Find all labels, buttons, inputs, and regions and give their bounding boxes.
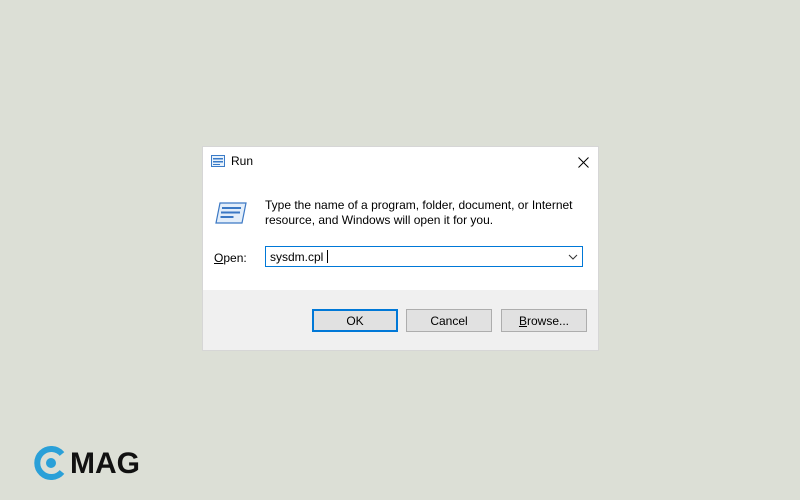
ok-button[interactable]: OK xyxy=(312,309,398,332)
run-icon xyxy=(211,155,225,167)
run-dialog: Run Type the name of a program, folder, … xyxy=(203,147,598,350)
open-input[interactable] xyxy=(270,248,560,265)
cmag-logo-icon xyxy=(34,446,65,480)
browse-mnemonic: B xyxy=(518,313,527,328)
run-icon xyxy=(215,202,247,224)
open-label-rest: pen: xyxy=(223,251,247,265)
cancel-button[interactable]: Cancel xyxy=(406,309,492,332)
open-label: Open: xyxy=(214,251,247,265)
close-icon xyxy=(577,156,589,168)
open-label-mnemonic: O xyxy=(214,251,224,265)
browse-label-rest: rowse... xyxy=(527,313,570,328)
open-combobox[interactable] xyxy=(265,246,583,267)
close-button[interactable] xyxy=(568,147,598,177)
title-bar[interactable]: Run xyxy=(203,147,598,177)
text-caret xyxy=(327,250,328,263)
description-text: Type the name of a program, folder, docu… xyxy=(265,198,573,227)
watermark-text: MAG xyxy=(70,447,140,480)
button-bar: OK Cancel Browse... xyxy=(203,290,598,350)
window-title: Run xyxy=(231,154,254,168)
chevron-down-icon[interactable] xyxy=(567,251,579,263)
browse-button[interactable]: Browse... xyxy=(501,309,587,332)
